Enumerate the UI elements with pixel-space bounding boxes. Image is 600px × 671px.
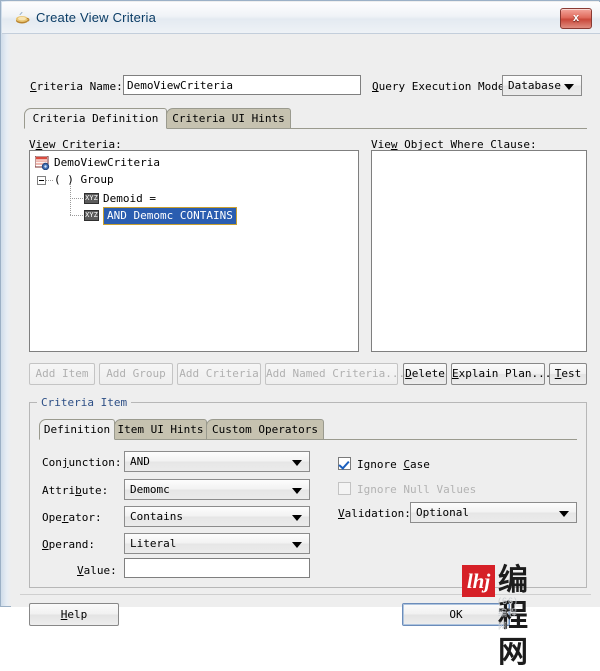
operand-label: Operand: bbox=[42, 538, 95, 551]
add-item-label: Add Item bbox=[35, 367, 89, 380]
add-group-button[interactable]: Add Group bbox=[99, 363, 173, 385]
tree-connector bbox=[70, 198, 83, 199]
close-icon: x bbox=[572, 12, 580, 24]
tab-criteria-ui-hints[interactable]: Criteria UI Hints bbox=[166, 108, 291, 129]
criteria-name-input[interactable]: DemoViewCriteria bbox=[123, 75, 361, 95]
dialog-content: Criteria Name: DemoViewCriteria Query Ex… bbox=[11, 34, 600, 626]
help-button[interactable]: Help bbox=[29, 603, 119, 626]
attribute-value: Demomc bbox=[130, 483, 170, 496]
chevron-down-icon bbox=[564, 83, 574, 90]
add-item-button[interactable]: Add Item bbox=[29, 363, 95, 385]
tree-connector bbox=[46, 180, 53, 181]
add-named-criteria-button[interactable]: Add Named Criteria... bbox=[265, 363, 405, 385]
tab-criteria-definition-label: Criteria Definition bbox=[32, 112, 159, 125]
tab-custom-operators[interactable]: Custom Operators bbox=[206, 419, 324, 440]
ignore-null-values-checkbox[interactable] bbox=[338, 482, 351, 495]
where-clause-text[interactable] bbox=[371, 150, 587, 352]
tree-expander-group[interactable] bbox=[37, 176, 46, 185]
ignore-null-values-label: Ignore Null Values bbox=[357, 483, 477, 496]
help-label: Help bbox=[60, 608, 88, 621]
conjunction-value: AND bbox=[130, 455, 150, 468]
ok-button[interactable]: OK bbox=[402, 603, 510, 626]
add-criteria-button[interactable]: Add Criteria bbox=[177, 363, 261, 385]
operator-label: Operator: bbox=[42, 511, 102, 524]
operator-select[interactable]: Contains bbox=[124, 506, 310, 527]
explain-plan-label: Explain Plan... bbox=[452, 367, 552, 380]
operand-value: Literal bbox=[130, 537, 177, 550]
query-execution-mode-select[interactable]: Database bbox=[502, 75, 582, 96]
tab-criteria-definition[interactable]: Criteria Definition bbox=[24, 108, 167, 129]
criteria-name-label: Criteria Name: bbox=[30, 80, 123, 93]
chevron-down-icon bbox=[292, 514, 302, 521]
operand-select[interactable]: Literal bbox=[124, 533, 310, 554]
add-criteria-label: Add Criteria bbox=[179, 367, 259, 380]
validation-select[interactable]: Optional bbox=[410, 502, 577, 523]
conjunction-select[interactable]: AND bbox=[124, 451, 310, 472]
tab-item-ui-hints-label: Item UI Hints bbox=[117, 423, 204, 436]
chevron-down-icon bbox=[292, 459, 302, 466]
add-group-label: Add Group bbox=[106, 367, 166, 380]
tree-connector bbox=[70, 184, 71, 215]
dialog-window: Create View Criteria x Criteria Name: De… bbox=[0, 0, 600, 670]
tree-node-demomc-label: AND Demomc CONTAINS bbox=[103, 207, 237, 225]
close-button[interactable]: x bbox=[560, 8, 592, 29]
tab-definition-label: Definition bbox=[43, 423, 111, 436]
tree-node-group-label: ( ) Group bbox=[54, 173, 114, 186]
delete-label: Delete bbox=[405, 367, 445, 380]
add-named-criteria-label: Add Named Criteria... bbox=[266, 367, 406, 380]
xyz-icon: XYZ bbox=[84, 210, 99, 221]
tree-connector bbox=[70, 215, 83, 216]
chevron-down-icon bbox=[559, 510, 569, 517]
footer-divider bbox=[20, 594, 591, 595]
validation-label: Validation: bbox=[338, 507, 411, 520]
tab-definition[interactable]: Definition bbox=[39, 419, 115, 440]
title-bar: Create View Criteria x bbox=[2, 2, 600, 34]
chevron-down-icon bbox=[292, 487, 302, 494]
delete-button[interactable]: Delete bbox=[403, 363, 447, 385]
query-execution-mode-value: Database bbox=[508, 79, 561, 92]
xyz-icon: XYZ bbox=[84, 193, 99, 204]
criteria-item-group-title: Criteria Item bbox=[37, 396, 132, 409]
query-execution-mode-label: Query Execution Mode: bbox=[372, 80, 512, 93]
view-criteria-icon bbox=[34, 155, 51, 171]
value-label: Value: bbox=[77, 564, 117, 577]
value-input[interactable] bbox=[124, 558, 310, 578]
validation-value: Optional bbox=[416, 506, 469, 519]
test-button[interactable]: Test bbox=[549, 363, 587, 385]
tab-custom-operators-label: Custom Operators bbox=[212, 423, 318, 436]
ok-label: OK bbox=[449, 608, 463, 621]
tree-node-root-label: DemoViewCriteria bbox=[54, 156, 160, 169]
ignore-case-checkbox[interactable] bbox=[338, 457, 351, 470]
tab-criteria-ui-hints-label: Criteria UI Hints bbox=[172, 112, 285, 125]
ignore-case-label: Ignore Case bbox=[357, 458, 430, 471]
window-title: Create View Criteria bbox=[36, 10, 157, 25]
operator-value: Contains bbox=[130, 510, 183, 523]
tab-item-ui-hints[interactable]: Item UI Hints bbox=[114, 419, 207, 440]
conjunction-label: Conjunction: bbox=[42, 456, 122, 469]
test-label: Test bbox=[554, 367, 582, 380]
attribute-label: Attribute: bbox=[42, 484, 109, 497]
explain-plan-button[interactable]: Explain Plan... bbox=[451, 363, 551, 385]
java-cup-icon bbox=[14, 11, 30, 26]
tree-node-demoid-label: Demoid = bbox=[103, 192, 156, 205]
attribute-select[interactable]: Demomc bbox=[124, 479, 310, 500]
view-criteria-tree[interactable]: DemoViewCriteria ( ) Group XYZ Demoid = … bbox=[29, 150, 359, 352]
chevron-down-icon bbox=[292, 541, 302, 548]
